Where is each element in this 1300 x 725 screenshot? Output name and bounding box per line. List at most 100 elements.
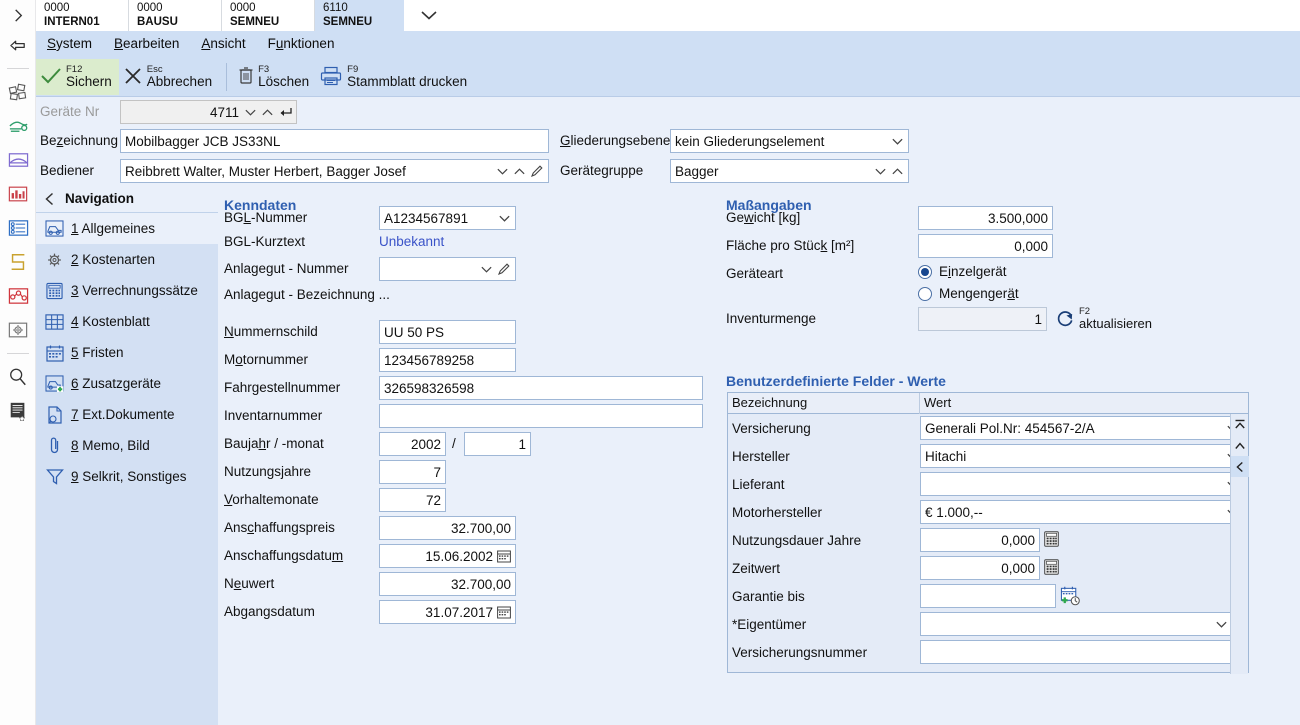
eigentuemer-field[interactable] bbox=[920, 612, 1233, 636]
network-red-icon[interactable] bbox=[0, 279, 36, 313]
menu-system[interactable]: System bbox=[36, 31, 103, 58]
chevron-down-icon bbox=[1216, 621, 1227, 628]
zeitwert-field[interactable]: 0,000 bbox=[920, 556, 1040, 580]
menu-ansicht[interactable]: Ansicht bbox=[190, 31, 256, 58]
scroll-first-button[interactable] bbox=[1231, 414, 1249, 435]
gewicht-field[interactable]: 3.500,000 bbox=[918, 206, 1053, 230]
grid-icon bbox=[45, 312, 64, 331]
radio-label: Einzelgerät bbox=[939, 264, 1007, 279]
sidebar-item-kostenarten[interactable]: 2 Kostenarten bbox=[36, 244, 218, 275]
bediener-adornments[interactable] bbox=[491, 164, 544, 178]
scroll-up-button[interactable] bbox=[1231, 435, 1249, 456]
baujahr-month-field[interactable]: 1 bbox=[464, 432, 531, 456]
chevron-left-icon[interactable] bbox=[44, 192, 56, 206]
bediener-field[interactable]: Reibbrett Walter, Muster Herbert, Bagger… bbox=[120, 159, 549, 183]
versicherungsnummer-field[interactable] bbox=[920, 640, 1233, 664]
save-button[interactable]: F12 Sichern bbox=[36, 59, 119, 95]
sidebar-label: 8 Memo, Bild bbox=[71, 438, 150, 453]
fahrgestellnummer-label: Fahrgestellnummer bbox=[224, 380, 341, 395]
tab-semneu-6110[interactable]: 6110 SEMNEU bbox=[315, 0, 404, 31]
cancel-button[interactable]: Esc Abbrechen bbox=[119, 59, 219, 95]
sidebar-label: 1 Allgemeines bbox=[71, 221, 156, 236]
gear-box-icon[interactable] bbox=[0, 313, 36, 347]
nummernschild-field[interactable]: UU 50 PS bbox=[379, 320, 516, 344]
inventarnummer-field[interactable] bbox=[379, 404, 703, 428]
scroll-back-button[interactable] bbox=[1231, 456, 1249, 477]
chevron-down-icon[interactable] bbox=[498, 212, 511, 225]
vorhaltemonate-field[interactable]: 72 bbox=[379, 488, 446, 512]
calendar-add-icon[interactable] bbox=[1060, 585, 1081, 606]
udf-scroll-buttons bbox=[1230, 414, 1249, 674]
inventurmenge-field[interactable]: 1 bbox=[918, 307, 1047, 331]
sidebar-item-verrechnungssaetze[interactable]: 3 Verrechnungssätze bbox=[36, 275, 218, 306]
bgl-nummer-field[interactable]: A1234567891 bbox=[379, 206, 516, 230]
abgangsdatum-field[interactable]: 31.07.2017 bbox=[379, 600, 516, 624]
handshake-icon[interactable] bbox=[0, 109, 36, 143]
flaeche-field[interactable]: 0,000 bbox=[918, 234, 1053, 258]
calculator-icon[interactable] bbox=[1044, 531, 1059, 547]
neuwert-field[interactable]: 32.700,00 bbox=[379, 572, 516, 596]
gliederungsebene-field[interactable]: kein Gliederungselement bbox=[670, 129, 909, 153]
fahrgestellnummer-field[interactable]: 326598326598 bbox=[379, 376, 703, 400]
versicherung-field[interactable]: Generali Pol.Nr: 454567-2/A bbox=[920, 416, 1244, 440]
fahrgestellnummer-value: 326598326598 bbox=[384, 380, 475, 396]
geraeteart-option-einzelgeraet[interactable]: Einzelgerät bbox=[918, 264, 1007, 279]
geraetegruppe-field[interactable]: Bagger bbox=[670, 159, 909, 183]
table-row: Garantie bis bbox=[728, 582, 1248, 610]
chevron-down-icon bbox=[497, 168, 508, 175]
search-icon[interactable] bbox=[0, 360, 36, 394]
sidebar-item-kostenblatt[interactable]: 4 Kostenblatt bbox=[36, 306, 218, 337]
garantie-bis-field[interactable] bbox=[920, 584, 1056, 608]
tab-intern01[interactable]: 0000 INTERN01 bbox=[36, 0, 129, 31]
menu-bearbeiten[interactable]: Bearbeiten bbox=[103, 31, 190, 58]
calendar-icon[interactable] bbox=[497, 549, 511, 563]
sidebar-item-allgemeines[interactable]: 1 Allgemeines bbox=[36, 213, 218, 244]
motorhersteller-field[interactable]: € 1.000,-- bbox=[920, 500, 1244, 524]
tab-overflow-chevron-down-icon[interactable] bbox=[404, 0, 454, 31]
baujahr-year-field[interactable]: 2002 bbox=[379, 432, 446, 456]
sidebar-item-memo-bild[interactable]: 8 Memo, Bild bbox=[36, 430, 218, 461]
sidebar-item-ext-dokumente[interactable]: 7 Ext.Dokumente bbox=[36, 399, 218, 430]
menu-funktionen[interactable]: Funktionen bbox=[257, 31, 346, 58]
delete-button[interactable]: F3 Löschen bbox=[234, 59, 316, 95]
report-icon[interactable] bbox=[0, 394, 36, 428]
bezeichnung-field[interactable]: Mobilbagger JCB JS33NL bbox=[120, 129, 549, 153]
print-datasheet-button[interactable]: F9 Stammblatt drucken bbox=[316, 59, 474, 95]
bar-chart-icon[interactable] bbox=[0, 177, 36, 211]
geraetegruppe-adornments[interactable] bbox=[869, 165, 904, 178]
hersteller-field[interactable]: Hitachi bbox=[920, 444, 1244, 468]
sidebar-item-zusatzgeraete[interactable]: 6 Zusatzgeräte bbox=[36, 368, 218, 399]
calendar-icon bbox=[45, 343, 64, 362]
tab-semneu[interactable]: 0000 SEMNEU bbox=[222, 0, 315, 31]
udf-table-header: Bezeichnung Wert bbox=[728, 393, 1248, 414]
refresh-inventory-button[interactable]: F2 aktualisieren bbox=[1056, 307, 1152, 331]
geraeteart-option-mengengeraet[interactable]: Mengengerät bbox=[918, 286, 1019, 301]
anlagegut-bezeichnung-label: Anlagegut - Bezeichnung ... bbox=[224, 287, 390, 302]
anlagegut-nummer-adornments[interactable] bbox=[475, 262, 511, 276]
anlagegut-nummer-field[interactable] bbox=[379, 257, 516, 281]
bediener-label: Bediener bbox=[40, 163, 95, 178]
bgl-nummer-label: BGL-Nummer bbox=[224, 210, 308, 225]
gliederungsebene-adornments[interactable] bbox=[886, 135, 904, 148]
list-blue-icon[interactable] bbox=[0, 211, 36, 245]
nutzungsjahre-field[interactable]: 7 bbox=[379, 460, 446, 484]
lieferant-field[interactable] bbox=[920, 472, 1244, 496]
calculator-icon[interactable] bbox=[1044, 559, 1059, 575]
geraete-nr-adornments[interactable] bbox=[239, 106, 292, 119]
modules-icon[interactable] bbox=[0, 75, 36, 109]
sidebar-item-selkrit-sonstiges[interactable]: 9 Selkrit, Sonstiges bbox=[36, 461, 218, 492]
bridge-icon[interactable] bbox=[0, 143, 36, 177]
undo-arrow-icon[interactable] bbox=[0, 30, 36, 62]
nutzungsdauer-jahre-field[interactable]: 0,000 bbox=[920, 528, 1040, 552]
calendar-icon[interactable] bbox=[497, 605, 511, 619]
anschaffungspreis-field[interactable]: 32.700,00 bbox=[379, 516, 516, 540]
geraete-nr-field[interactable]: 4711 bbox=[120, 100, 297, 124]
tab-bausu[interactable]: 0000 BAUSU bbox=[129, 0, 222, 31]
navigation-header[interactable]: Navigation bbox=[36, 185, 218, 213]
zigzag-icon[interactable] bbox=[0, 245, 36, 279]
anschaffungsdatum-field[interactable]: 15.06.2002 bbox=[379, 544, 516, 568]
chevron-right-icon[interactable] bbox=[0, 0, 36, 30]
sidebar-item-fristen[interactable]: 5 Fristen bbox=[36, 337, 218, 368]
motornummer-field[interactable]: 123456789258 bbox=[379, 348, 516, 372]
chevron-up-icon bbox=[892, 167, 903, 174]
